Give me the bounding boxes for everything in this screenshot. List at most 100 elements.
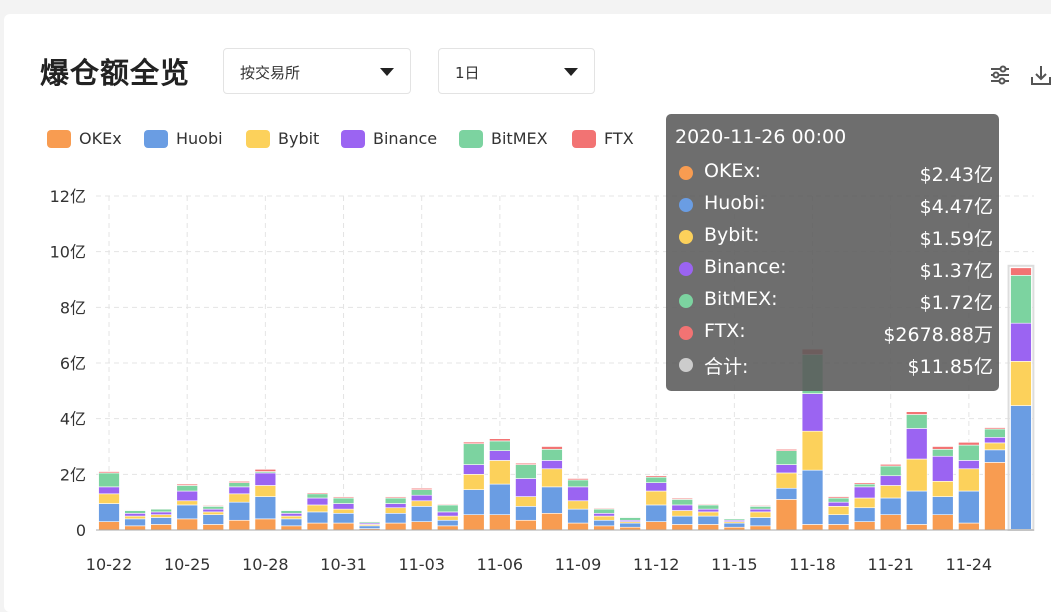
bar-segment-huobi — [306, 511, 329, 524]
tooltip-value: $4.47亿 — [919, 196, 993, 218]
bar-segment-huobi — [228, 501, 251, 521]
bar-segment-binance — [567, 486, 589, 502]
bar-segment-ftx — [202, 505, 224, 507]
bar-segment-bybit — [593, 515, 615, 521]
y-tick-label: 10亿 — [50, 243, 86, 262]
bar-segment-binance — [801, 393, 824, 432]
bar-segment-bybit — [437, 515, 459, 521]
bar-segment-ftx — [150, 508, 172, 510]
tooltip-row-bybit: Bybit: $1.59亿 — [675, 222, 993, 252]
bar-segment-binance — [645, 482, 667, 492]
x-tick-label: 11-18 — [789, 555, 836, 574]
bar-segment-huobi — [749, 517, 772, 527]
bar-segment-ftx — [280, 509, 303, 511]
bar-segment-binance — [306, 497, 329, 506]
bar-segment-bybit — [827, 506, 850, 515]
tooltip-name: OKEx: — [704, 160, 762, 182]
bar-segment-ftx — [619, 516, 641, 518]
x-tick-label: 10-22 — [86, 555, 133, 574]
bar-segment-bybit — [410, 500, 433, 507]
bar-segment-bitmex — [410, 489, 433, 496]
bar-segment-bybit — [98, 493, 120, 504]
bar-segment-binance — [489, 450, 511, 461]
bar-segment-binance — [254, 472, 277, 486]
bar-segment-binance — [593, 512, 615, 517]
bar-segment-bitmex — [984, 428, 1006, 438]
bar-segment-okex — [332, 522, 355, 531]
y-tick-label: 0 — [76, 521, 86, 540]
bar-segment-ftx — [645, 475, 667, 478]
bar-segment-huobi — [567, 508, 589, 524]
bar-segment-bybit — [1010, 361, 1032, 406]
bar-segment-okex — [749, 525, 772, 531]
x-tick-label: 11-06 — [477, 555, 524, 574]
tooltip-name: FTX: — [704, 320, 746, 342]
x-tick-label: 11-15 — [711, 555, 758, 574]
bar-segment-binance — [98, 486, 120, 495]
tooltip-dot — [679, 358, 693, 372]
bar-segment-bybit — [541, 468, 563, 488]
bar-segment-ftx — [254, 469, 277, 472]
x-tick-label: 11-09 — [555, 555, 602, 574]
bar-segment-huobi — [124, 518, 146, 527]
bar-segment-binance — [879, 475, 902, 486]
bar-segment-bybit — [645, 490, 667, 506]
bar-segment-binance — [202, 508, 224, 513]
bar-segment-bitmex — [619, 517, 641, 521]
bar-segment-ftx — [384, 496, 407, 499]
bar-segment-bybit — [906, 458, 928, 492]
bar-segment-bitmex — [827, 497, 850, 503]
bar-segment-bitmex — [384, 497, 407, 504]
bar-segment-bitmex — [515, 464, 537, 479]
bar-segment-ftx — [879, 464, 902, 467]
bar-segment-okex — [593, 525, 615, 531]
tooltip-row-total: 合计: $11.85亿 — [675, 350, 993, 380]
tooltip-name: BitMEX: — [704, 288, 778, 310]
bar-segment-bybit — [306, 504, 329, 513]
tooltip-value: $1.72亿 — [919, 292, 993, 314]
tooltip-dot — [679, 230, 693, 244]
bar-segment-bitmex — [489, 440, 511, 451]
bar-segment-huobi — [254, 496, 277, 520]
tooltip-dot — [679, 262, 693, 276]
tooltip-dot — [679, 198, 693, 212]
x-tick-label: 11-03 — [398, 555, 445, 574]
bar-segment-okex — [645, 521, 667, 531]
bar-segment-huobi — [723, 522, 746, 528]
bar-segment-binance — [437, 511, 459, 517]
bar-segment-huobi — [1010, 405, 1032, 531]
bar-segment-bitmex — [932, 448, 954, 457]
bar-segment-okex — [280, 525, 303, 531]
bar-segment-huobi — [98, 503, 120, 522]
bar-segment-huobi — [671, 515, 693, 525]
bar-segment-okex — [801, 524, 824, 531]
x-tick-label: 10-25 — [164, 555, 211, 574]
bar-segment-bitmex — [1010, 275, 1032, 324]
bar-segment-okex — [489, 514, 511, 531]
bar-segment-ftx — [332, 496, 355, 499]
bar-segment-ftx — [749, 505, 772, 507]
bar-segment-huobi — [697, 515, 720, 525]
bar-segment-huobi — [541, 486, 563, 514]
bar-segment-huobi — [358, 525, 381, 529]
x-tick-label: 10-28 — [242, 555, 289, 574]
bar-segment-ftx — [463, 441, 485, 445]
bar-segment-huobi — [515, 506, 537, 521]
bar-segment-okex — [410, 521, 433, 531]
bar-segment-binance — [958, 460, 980, 470]
tooltip-dot — [679, 294, 693, 308]
y-tick-label: 2亿 — [60, 465, 86, 484]
bar-segment-okex — [984, 462, 1006, 531]
bar-segment-bitmex — [437, 504, 459, 513]
bar-segment-huobi — [853, 507, 876, 522]
bar-segment-okex — [775, 499, 798, 531]
bar-segment-bybit — [489, 460, 511, 485]
bar-segment-bitmex — [124, 510, 146, 514]
bar-segment-binance — [749, 508, 772, 513]
bar-segment-ftx — [489, 438, 511, 442]
bar-segment-huobi — [489, 483, 511, 515]
bar-segment-binance — [697, 508, 720, 513]
bar-segment-ftx — [306, 492, 329, 495]
bar-segment-binance — [150, 511, 172, 515]
bar-segment-huobi — [280, 518, 303, 527]
